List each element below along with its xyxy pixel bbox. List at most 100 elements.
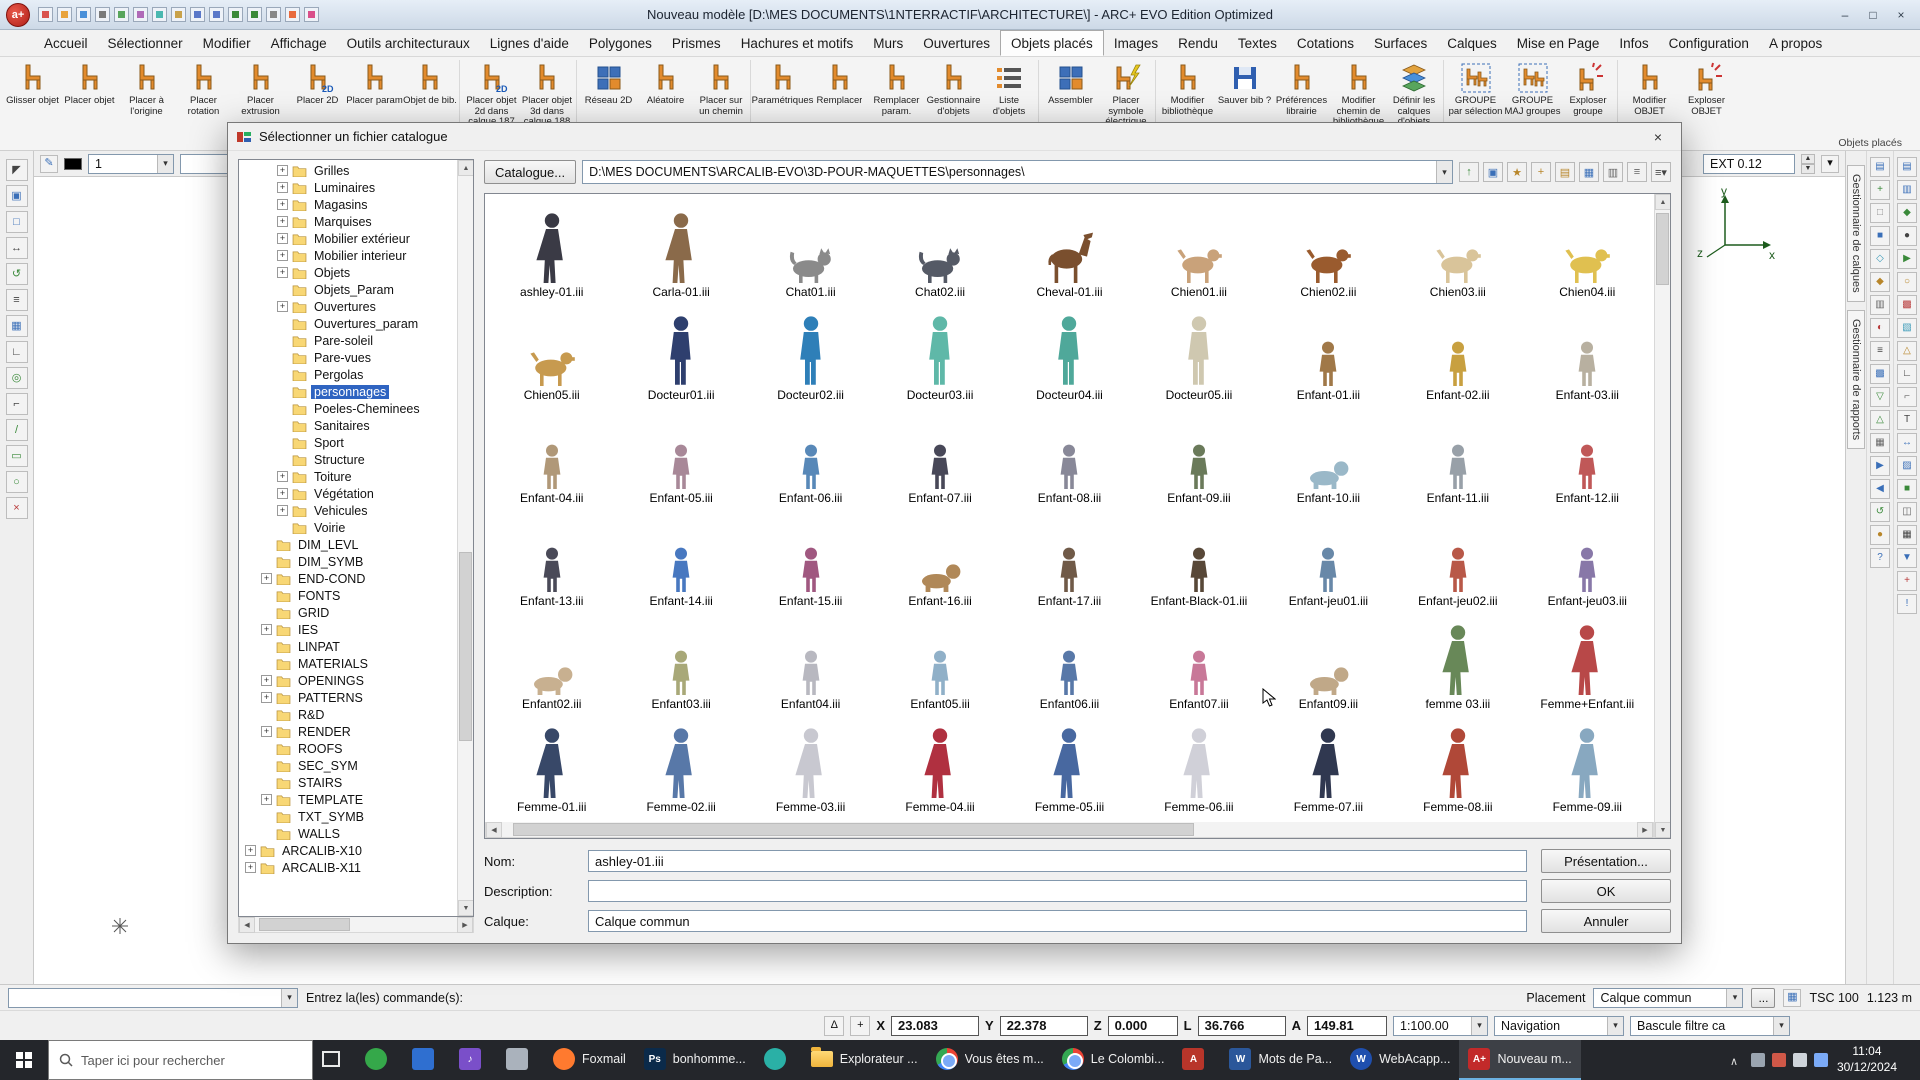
scroll-up-icon[interactable]: ▲ [458, 160, 473, 176]
tree-item[interactable]: ROOFS [239, 740, 457, 757]
catalog-file[interactable]: Femme-04.iii [875, 713, 1004, 816]
description-field[interactable] [588, 880, 1527, 902]
catalog-file[interactable]: Enfant-05.iii [616, 404, 745, 507]
catalog-file[interactable]: Enfant-04.iii [487, 404, 616, 507]
tree-item[interactable]: Pare-soleil [239, 332, 457, 349]
ribbon-button[interactable]: Remplacer [811, 60, 868, 129]
help-icon[interactable] [304, 7, 319, 22]
tree-item[interactable]: Pare-vues [239, 349, 457, 366]
circle-icon[interactable]: ○ [5, 471, 28, 493]
tree-item[interactable]: FONTS [239, 587, 457, 604]
ribbon-button[interactable]: GROUPE MAJ groupes [1504, 60, 1561, 129]
tree-scrollbar-vertical[interactable]: ▲ ▼ [457, 160, 473, 916]
maximize-button[interactable]: □ [1860, 5, 1886, 25]
options-icon[interactable]: ● [1870, 525, 1890, 545]
menu-item[interactable]: Lignes d'aide [480, 30, 579, 56]
scroll-left-icon[interactable]: ◀ [239, 917, 255, 933]
volume-icon[interactable] [1792, 1053, 1807, 1067]
l-coordinate-field[interactable]: 36.766 [1197, 1015, 1286, 1036]
render-icon[interactable]: ▩ [1897, 295, 1917, 315]
catalog-file[interactable]: Femme-06.iii [1134, 713, 1263, 816]
view-menu-icon[interactable]: ≡▾ [1651, 162, 1671, 182]
zoom-extents-icon[interactable]: □ [5, 211, 28, 233]
antivirus-icon[interactable] [1771, 1053, 1786, 1067]
ribbon-button[interactable]: Modifier OBJET [1621, 60, 1678, 129]
expander-icon[interactable]: + [245, 862, 256, 873]
ribbon-button[interactable]: Assembler [1042, 60, 1099, 129]
chevron-down-icon[interactable]: ▾ [1726, 988, 1743, 1007]
layer-add-icon[interactable]: + [1870, 180, 1890, 200]
tree-item[interactable]: Structure [239, 451, 457, 468]
scroll-right-icon[interactable]: ▶ [1637, 822, 1653, 838]
chevron-down-icon[interactable]: ▾ [1607, 1016, 1623, 1035]
tree-item[interactable]: WALLS [239, 825, 457, 842]
catalog-file[interactable]: ashley-01.iii [487, 198, 616, 301]
expander-icon[interactable]: + [277, 471, 288, 482]
chevron-down-icon[interactable]: ▾ [1471, 1016, 1487, 1035]
menu-item[interactable]: Cotations [1287, 30, 1364, 56]
catalog-file[interactable]: Enfant02.iii [487, 610, 616, 713]
light-icon[interactable]: △ [1897, 341, 1917, 361]
catalog-file[interactable]: Enfant-17.iii [1005, 507, 1134, 610]
help-icon[interactable]: ? [1870, 548, 1890, 568]
layer-off-icon[interactable]: □ [1870, 203, 1890, 223]
ribbon-button[interactable]: Remplacer param. [868, 60, 925, 129]
import-icon[interactable]: ◀ [1870, 479, 1890, 499]
section-icon[interactable]: ∟ [1897, 364, 1917, 384]
up-one-level-icon[interactable]: ↑ [1459, 162, 1479, 182]
expander-icon[interactable]: + [277, 165, 288, 176]
catalog-file[interactable]: Enfant-06.iii [746, 404, 875, 507]
ribbon-button[interactable]: Gestionnaire d'objets [925, 60, 982, 129]
copy-icon[interactable] [152, 7, 167, 22]
delta-icon[interactable]: Δ [824, 1015, 845, 1036]
tree-item[interactable]: TXT_SYMB [239, 808, 457, 825]
chevron-down-icon[interactable]: ▾ [157, 154, 173, 173]
scroll-down-icon[interactable]: ▼ [458, 900, 473, 916]
ribbon-button[interactable]: Modifier bibliothèque [1159, 60, 1216, 129]
taskbar-app-button[interactable] [313, 1040, 356, 1080]
taskbar-app-button[interactable] [497, 1040, 544, 1080]
files-scrollbar-horizontal[interactable]: ◀ ▶ [485, 822, 1654, 838]
ribbon-button[interactable]: Placer param [346, 60, 403, 129]
dialog-close-button[interactable]: × [1643, 126, 1673, 148]
menu-item[interactable]: Rendu [1168, 30, 1228, 56]
tree-item[interactable]: Sport [239, 434, 457, 451]
catalog-file[interactable]: Enfant06.iii [1005, 610, 1134, 713]
menu-item[interactable]: Prismes [662, 30, 731, 56]
desktop-icon[interactable]: ▣ [1483, 162, 1503, 182]
menu-item[interactable]: A propos [1759, 30, 1832, 56]
taskbar-app-button[interactable]: A+ Nouveau m... [1459, 1040, 1581, 1080]
catalog-file[interactable]: Carla-01.iii [616, 198, 745, 301]
chevron-down-icon[interactable]: ▾ [1436, 161, 1452, 183]
expander-icon[interactable]: + [261, 794, 272, 805]
ribbon-button[interactable]: Paramétriques [752, 60, 813, 129]
scroll-up-icon[interactable]: ▲ [1655, 194, 1670, 210]
expander-icon[interactable]: + [261, 692, 272, 703]
catalog-file[interactable]: Enfant-07.iii [875, 404, 1004, 507]
tree-item[interactable]: + IES [239, 621, 457, 638]
tree-item[interactable]: + Toiture [239, 468, 457, 485]
tree-item[interactable]: Voirie [239, 519, 457, 536]
catalog-file[interactable]: Enfant-01.iii [1264, 301, 1393, 404]
chevron-down-icon[interactable]: ▾ [1821, 154, 1839, 173]
catalog-file[interactable]: Enfant-jeu01.iii [1264, 507, 1393, 610]
paste-icon[interactable] [171, 7, 186, 22]
tree-item[interactable]: Ouvertures_param [239, 315, 457, 332]
menu-item[interactable]: Mise en Page [1507, 30, 1610, 56]
taskbar-search[interactable]: Taper ici pour rechercher [48, 1040, 313, 1080]
ribbon-button[interactable]: Modifier chemin de bibliothèque [1330, 60, 1387, 129]
tree-item[interactable]: + Mobilier extérieur [239, 230, 457, 247]
taskbar-app-button[interactable]: Vous êtes m... [927, 1040, 1053, 1080]
layer-on-icon[interactable]: ■ [1870, 226, 1890, 246]
calque-field[interactable]: Calque commun [588, 910, 1527, 932]
ribbon-button[interactable]: Placer symbole électrique [1099, 60, 1156, 129]
ribbon-button[interactable]: Placer objet 3d dans calque 188 [520, 60, 577, 129]
regen-icon[interactable]: ↺ [5, 263, 28, 285]
print-layer-icon[interactable]: ▥ [1870, 295, 1890, 315]
freeze-layer-icon[interactable]: ◇ [1870, 249, 1890, 269]
start-button[interactable] [0, 1040, 48, 1080]
erase-icon[interactable]: × [5, 497, 28, 519]
files-scrollbar-vertical[interactable]: ▲ ▼ [1654, 194, 1670, 838]
linetype-icon[interactable]: ≡ [1870, 341, 1890, 361]
redo-icon[interactable] [209, 7, 224, 22]
